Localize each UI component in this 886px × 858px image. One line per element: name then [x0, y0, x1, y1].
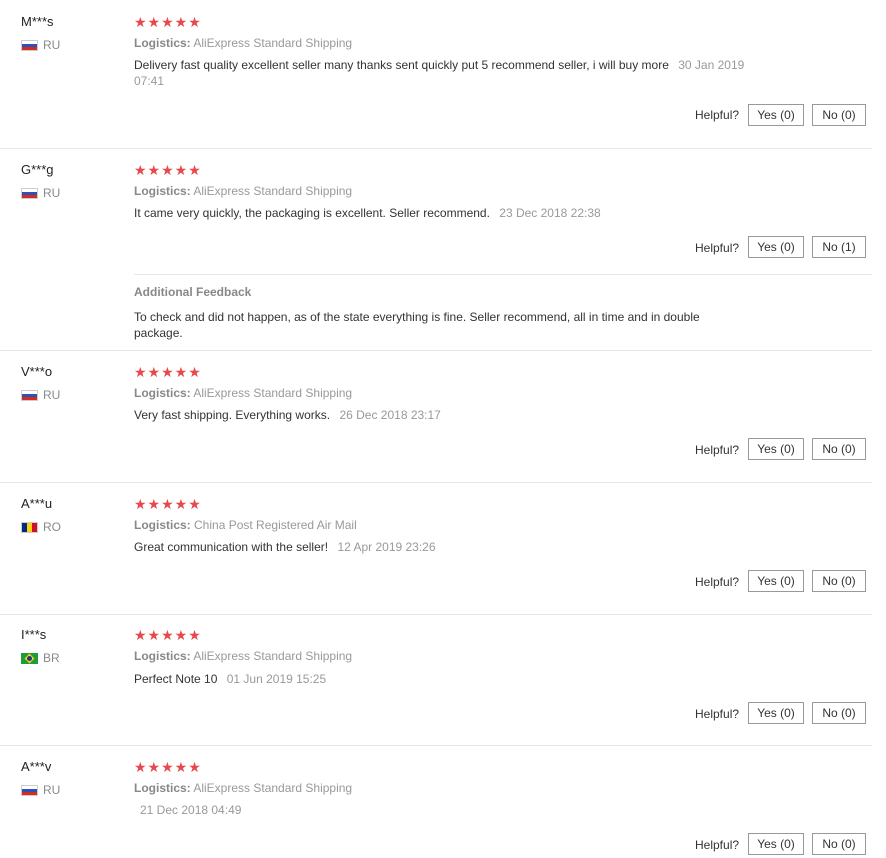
reviewer-country: RU [21, 38, 60, 52]
country-code: RU [43, 783, 61, 797]
logistics-info: Logistics: AliExpress Standard Shipping [134, 386, 352, 400]
review-separator [0, 148, 872, 149]
review-body: Delivery fast quality excellent seller m… [134, 58, 669, 72]
helpful-yes-button[interactable]: Yes (0) [748, 104, 804, 126]
helpful-yes-button[interactable]: Yes (0) [748, 702, 804, 724]
reviewer-name: A***u [21, 496, 53, 511]
review-body: It came very quickly, the packaging is e… [134, 206, 490, 220]
country-code: BR [43, 651, 60, 665]
reviewer-country: RU [21, 783, 60, 797]
review-separator [0, 745, 872, 746]
reviewer-country: RU [21, 388, 60, 402]
country-code: RU [43, 388, 61, 402]
rating-stars: ★★★★★ [134, 14, 202, 30]
reviewer-country: RU [21, 186, 60, 200]
logistics-info: Logistics: AliExpress Standard Shipping [134, 781, 352, 795]
reviewer-name: M***s [21, 14, 54, 29]
review-separator [0, 482, 872, 483]
logistics-info: Logistics: AliExpress Standard Shipping [134, 649, 352, 663]
helpful-yes-button[interactable]: Yes (0) [748, 438, 804, 460]
logistics-label: Logistics: [134, 184, 191, 198]
rating-stars: ★★★★★ [134, 162, 202, 178]
helpful-yes-button[interactable]: Yes (0) [748, 570, 804, 592]
rating-stars: ★★★★★ [134, 496, 202, 512]
helpful-no-button[interactable]: No (0) [812, 438, 866, 460]
country-code: RU [43, 38, 61, 52]
reviewer-name: I***s [21, 627, 47, 642]
review-date: 26 Dec 2018 23:17 [339, 408, 441, 422]
logistics-info: Logistics: AliExpress Standard Shipping [134, 184, 352, 198]
review-text: Perfect Note 10 01 Jun 2019 15:25 [134, 671, 774, 687]
helpful-yes-button[interactable]: Yes (0) [748, 236, 804, 258]
logistics-label: Logistics: [134, 36, 191, 50]
review-body: Very fast shipping. Everything works. [134, 408, 331, 422]
logistics-method: AliExpress Standard Shipping [193, 386, 353, 400]
logistics-label: Logistics: [134, 649, 191, 663]
brazil-flag-icon [21, 652, 38, 664]
helpful-no-button[interactable]: No (0) [812, 833, 866, 855]
review-body: Perfect Note 10 [134, 672, 218, 686]
helpful-label: Helpful? [695, 443, 740, 457]
russia-flag-icon [21, 784, 38, 796]
logistics-method: AliExpress Standard Shipping [193, 36, 353, 50]
additional-feedback-title: Additional Feedback [134, 285, 252, 299]
helpful-no-button[interactable]: No (0) [812, 702, 866, 724]
helpful-no-button[interactable]: No (0) [812, 570, 866, 592]
review-body: Great communication with the seller! [134, 540, 329, 554]
rating-stars: ★★★★★ [134, 364, 202, 380]
logistics-method: AliExpress Standard Shipping [193, 781, 353, 795]
review-text: Very fast shipping. Everything works. 26… [134, 407, 774, 423]
russia-flag-icon [21, 187, 38, 199]
review-separator [0, 350, 872, 351]
reviewer-name: A***v [21, 759, 52, 774]
country-code: RO [43, 520, 61, 534]
rating-stars: ★★★★★ [134, 759, 202, 775]
review-text: Delivery fast quality excellent seller m… [134, 57, 774, 89]
helpful-label: Helpful? [695, 838, 740, 852]
logistics-method: AliExpress Standard Shipping [193, 649, 353, 663]
review-text: 21 Dec 2018 04:49 [134, 802, 774, 818]
russia-flag-icon [21, 389, 38, 401]
review-date: 01 Jun 2019 15:25 [226, 672, 327, 686]
review-separator [0, 614, 872, 615]
romania-flag-icon [21, 521, 38, 533]
additional-feedback-text: To check and did not happen, as of the s… [134, 310, 700, 340]
review-text: Great communication with the seller! 12 … [134, 539, 774, 555]
review-date: 23 Dec 2018 22:38 [499, 206, 601, 220]
helpful-yes-button[interactable]: Yes (0) [748, 833, 804, 855]
review-text: It came very quickly, the packaging is e… [134, 205, 774, 221]
reviewer-name: V***o [21, 364, 53, 379]
logistics-method: China Post Registered Air Mail [194, 518, 357, 532]
helpful-label: Helpful? [695, 575, 740, 589]
reviewer-country: BR [21, 651, 60, 665]
helpful-label: Helpful? [695, 707, 740, 721]
helpful-label: Helpful? [695, 241, 740, 255]
review-date: 12 Apr 2019 23:26 [337, 540, 436, 554]
logistics-method: AliExpress Standard Shipping [193, 184, 353, 198]
logistics-label: Logistics: [134, 781, 191, 795]
country-code: RU [43, 186, 61, 200]
reviewer-name: G***g [21, 162, 54, 177]
review-date: 21 Dec 2018 04:49 [140, 803, 242, 817]
helpful-no-button[interactable]: No (0) [812, 104, 866, 126]
helpful-label: Helpful? [695, 108, 740, 122]
rating-stars: ★★★★★ [134, 627, 202, 643]
reviewer-country: RO [21, 520, 61, 534]
logistics-label: Logistics: [134, 386, 191, 400]
logistics-info: Logistics: AliExpress Standard Shipping [134, 36, 352, 50]
logistics-info: Logistics: China Post Registered Air Mai… [134, 518, 357, 532]
logistics-label: Logistics: [134, 518, 191, 532]
helpful-no-button[interactable]: No (1) [812, 236, 866, 258]
russia-flag-icon [21, 39, 38, 51]
additional-feedback-separator [134, 274, 872, 275]
